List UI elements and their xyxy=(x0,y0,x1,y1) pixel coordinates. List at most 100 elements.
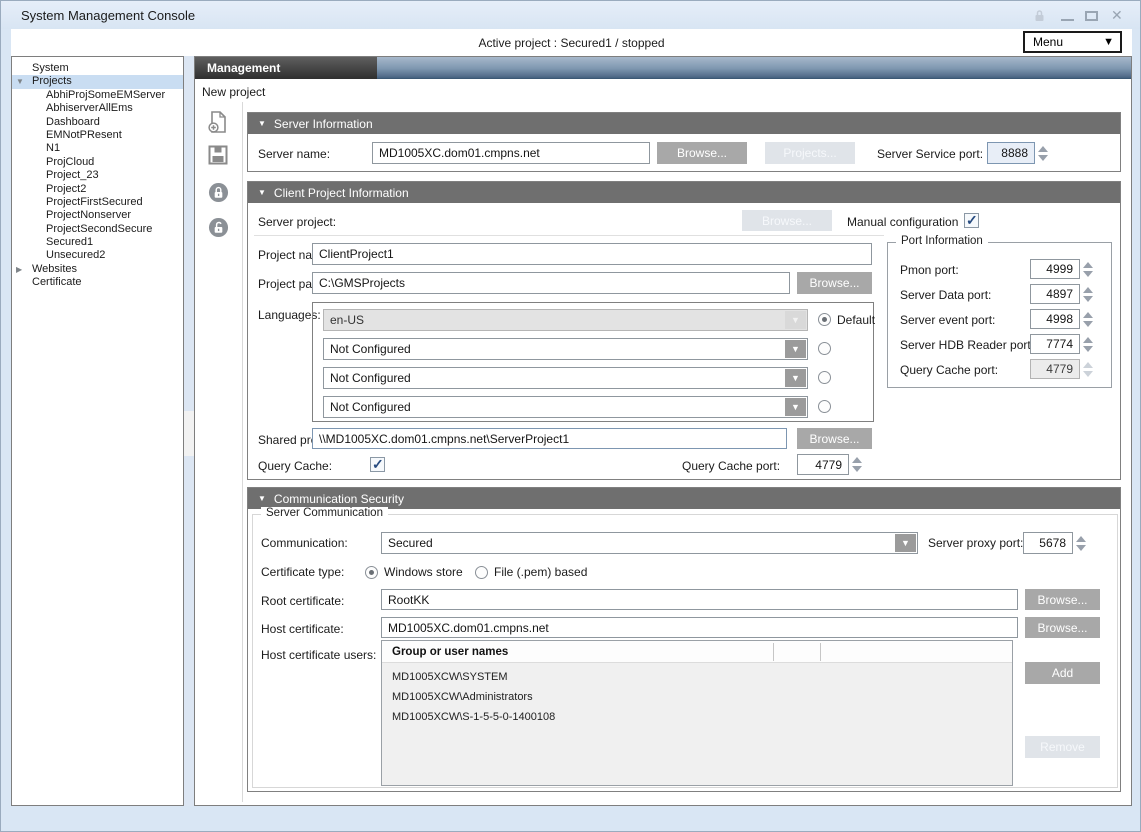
pmon-port-input[interactable]: 4999 xyxy=(1030,259,1080,279)
root-certificate-browse-button[interactable]: Browse... xyxy=(1025,589,1100,610)
column-divider xyxy=(820,643,821,661)
tree-item-system[interactable]: System xyxy=(12,62,183,75)
lock-icon[interactable] xyxy=(208,182,229,208)
pem-file-radio[interactable] xyxy=(475,566,488,579)
server-name-input[interactable]: MD1005XC.dom01.cmpns.net xyxy=(372,142,650,164)
tree-item-project[interactable]: Unsecured2 xyxy=(12,249,183,262)
tree-item-project[interactable]: Dashboard xyxy=(12,116,183,129)
server-proxy-port-input[interactable]: 5678 xyxy=(1023,532,1073,554)
tree-item-projects[interactable]: ▼Projects xyxy=(12,75,183,88)
server-project-browse-button[interactable]: Browse... xyxy=(742,210,832,231)
chevron-down-icon[interactable]: ▼ xyxy=(785,369,806,387)
maximize-icon[interactable] xyxy=(1085,11,1098,21)
languages-box: en-US▼ Default Not Configured▼ Not Confi… xyxy=(312,302,874,422)
manual-configuration-label: Manual configuration xyxy=(847,215,958,229)
server-event-port-input[interactable]: 4998 xyxy=(1030,309,1080,329)
collapse-icon: ▼ xyxy=(258,188,266,197)
tree-item-websites[interactable]: ▶Websites xyxy=(12,263,183,276)
manual-configuration-checkbox[interactable] xyxy=(964,213,979,228)
chevron-down-icon[interactable]: ▼ xyxy=(895,534,916,552)
root-certificate-input[interactable]: RootKK xyxy=(381,589,1018,610)
query-cache-checkbox[interactable] xyxy=(370,457,385,472)
server-event-port-label: Server event port: xyxy=(900,313,995,327)
tree-item-project[interactable]: ProjectNonserver xyxy=(12,209,183,222)
service-port-input[interactable]: 8888 xyxy=(987,142,1035,164)
shared-path-browse-button[interactable]: Browse... xyxy=(797,428,872,449)
language-default-label: Default xyxy=(837,313,875,327)
tree-item-project[interactable]: N1 xyxy=(12,142,183,155)
column-divider xyxy=(773,643,774,661)
lock-icon xyxy=(1033,8,1046,28)
communication-dropdown[interactable]: Secured▼ xyxy=(381,532,918,554)
shared-project-path-input[interactable]: \\MD1005XC.dom01.cmpns.net\ServerProject… xyxy=(312,428,787,449)
new-project-icon[interactable] xyxy=(207,110,229,139)
tree-item-project[interactable]: EMNotPResent xyxy=(12,129,183,142)
status-bar: Active project : Secured1 / stopped xyxy=(11,29,1132,56)
language-dropdown-1[interactable]: en-US▼ xyxy=(323,309,808,331)
language-default-radio-4[interactable] xyxy=(818,400,831,413)
menu-dropdown[interactable]: Menu ▼ xyxy=(1023,31,1122,53)
tree-item-project[interactable]: Project_23 xyxy=(12,169,183,182)
add-user-button[interactable]: Add xyxy=(1025,662,1100,684)
query-cache-port-row-label: Query Cache port: xyxy=(682,459,780,473)
project-path-browse-button[interactable]: Browse... xyxy=(797,272,872,294)
splitter-grip[interactable] xyxy=(184,411,194,456)
tree-item-project[interactable]: Secured1 xyxy=(12,236,183,249)
user-row[interactable]: MD1005XCW\S-1-5-5-0-1400108 xyxy=(382,707,1012,727)
tree-item-project[interactable]: AbhiserverAllEms xyxy=(12,102,183,115)
query-cache-port-row-spinner[interactable] xyxy=(852,455,862,474)
section-communication-security: ▼ Communication Security Server Communic… xyxy=(247,487,1121,792)
server-projects-button[interactable]: Projects... xyxy=(765,142,855,164)
save-icon[interactable] xyxy=(208,145,228,170)
windows-store-label: Windows store xyxy=(384,565,463,579)
language-default-radio-3[interactable] xyxy=(818,371,831,384)
server-data-port-input[interactable]: 4897 xyxy=(1030,284,1080,304)
tree-item-project[interactable]: ProjectFirstSecured xyxy=(12,196,183,209)
query-cache-port-row-input[interactable]: 4779 xyxy=(797,454,849,475)
server-hdb-reader-port-input[interactable]: 7774 xyxy=(1030,334,1080,354)
section-header-communication-security[interactable]: ▼ Communication Security xyxy=(248,488,1120,509)
tree-item-project[interactable]: ProjCloud xyxy=(12,156,183,169)
language-dropdown-3[interactable]: Not Configured▼ xyxy=(323,367,808,389)
users-table-header[interactable]: Group or user names xyxy=(382,641,1012,663)
pmon-port-spinner[interactable] xyxy=(1083,260,1093,278)
navigation-tree: System ▼Projects AbhiProjSomeEMServer Ab… xyxy=(12,62,183,290)
language-default-radio-2[interactable] xyxy=(818,342,831,355)
close-icon[interactable]: ✕ xyxy=(1111,7,1123,24)
section-header-server-information[interactable]: ▼ Server Information xyxy=(248,113,1120,134)
tree-item-certificate[interactable]: Certificate xyxy=(12,276,183,289)
section-client-project-information: ▼ Client Project Information Server proj… xyxy=(247,181,1121,480)
server-data-port-spinner[interactable] xyxy=(1083,285,1093,303)
expander-right-icon[interactable]: ▶ xyxy=(16,263,22,276)
tree-item-project[interactable]: Project2 xyxy=(12,183,183,196)
remove-user-button[interactable]: Remove xyxy=(1025,736,1100,758)
section-header-client-project[interactable]: ▼ Client Project Information xyxy=(248,182,1120,203)
chevron-down-icon[interactable]: ▼ xyxy=(785,398,806,416)
project-path-input[interactable]: C:\GMSProjects xyxy=(312,272,790,294)
tab-management[interactable]: Management xyxy=(195,57,377,79)
expander-down-icon[interactable]: ▼ xyxy=(16,75,24,88)
tree-item-project[interactable]: AbhiProjSomeEMServer xyxy=(12,89,183,102)
windows-store-radio[interactable] xyxy=(365,566,378,579)
panel-splitter[interactable] xyxy=(184,56,194,806)
language-dropdown-2[interactable]: Not Configured▼ xyxy=(323,338,808,360)
service-port-spinner[interactable] xyxy=(1038,143,1048,163)
language-dropdown-4[interactable]: Not Configured▼ xyxy=(323,396,808,418)
navigation-tree-panel: System ▼Projects AbhiProjSomeEMServer Ab… xyxy=(11,56,184,806)
server-hdb-reader-port-spinner[interactable] xyxy=(1083,335,1093,353)
tree-item-project[interactable]: ProjectSecondSecure xyxy=(12,223,183,236)
server-proxy-port-spinner[interactable] xyxy=(1076,533,1086,553)
minimize-icon[interactable] xyxy=(1061,19,1074,21)
host-certificate-input[interactable]: MD1005XC.dom01.cmpns.net xyxy=(381,617,1018,638)
server-event-port-spinner[interactable] xyxy=(1083,310,1093,328)
certificate-users-table[interactable]: Group or user names MD1005XCW\SYSTEM MD1… xyxy=(381,640,1013,786)
toolbar-divider xyxy=(242,102,243,802)
unlock-icon[interactable] xyxy=(208,217,229,243)
chevron-down-icon[interactable]: ▼ xyxy=(785,340,806,358)
user-row[interactable]: MD1005XCW\SYSTEM xyxy=(382,667,1012,687)
project-name-input[interactable]: ClientProject1 xyxy=(312,243,872,265)
host-certificate-browse-button[interactable]: Browse... xyxy=(1025,617,1100,638)
server-browse-button[interactable]: Browse... xyxy=(657,142,747,164)
language-default-radio-1[interactable] xyxy=(818,313,831,326)
user-row[interactable]: MD1005XCW\Administrators xyxy=(382,687,1012,707)
